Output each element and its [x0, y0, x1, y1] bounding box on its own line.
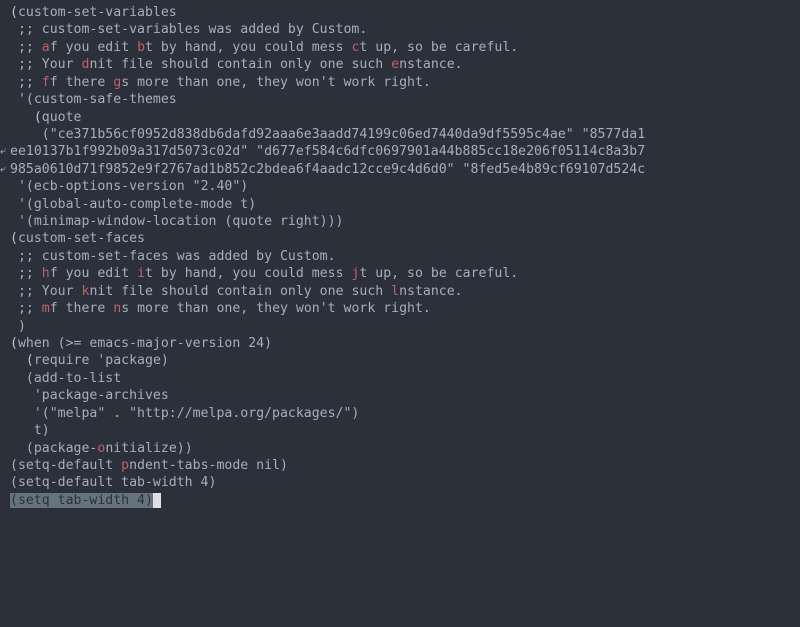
code-text: ( — [34, 110, 42, 125]
code-text: f you edit — [50, 266, 137, 281]
code-text: ( — [26, 353, 34, 368]
ace-jump-hint: h — [42, 266, 50, 281]
code-text: nit file should contain only one such — [89, 284, 391, 299]
paren-close: ) — [145, 493, 153, 508]
code-text: ndent-tabs-mode nil) — [129, 458, 288, 473]
code-text: ) — [18, 319, 26, 334]
code-text: ;; — [18, 40, 42, 55]
code-line[interactable]: ;; custom-set-faces was added by Custom. — [0, 248, 800, 265]
code-text: s more than one, they won't work right. — [121, 301, 431, 316]
code-line[interactable]: (setq-default tab-width 4) — [0, 474, 800, 491]
code-line[interactable]: '("melpa" . "http://melpa.org/packages/"… — [0, 405, 800, 422]
code-line[interactable]: (add-to-list — [0, 370, 800, 387]
ace-jump-hint: p — [121, 458, 129, 473]
code-text: '(ecb-options-version "2.40") — [18, 179, 248, 194]
code-text: setq tab-width 4 — [18, 493, 145, 508]
code-text: ;; custom-set-faces was added by Custom. — [18, 249, 336, 264]
code-text: nstance. — [399, 57, 463, 72]
code-line[interactable]: ⤶985a0610d71f9852e9f2767ad1b852c2bdea6f4… — [0, 161, 800, 178]
code-line[interactable]: '(ecb-options-version "2.40") — [0, 178, 800, 195]
code-line[interactable]: ;; ff there gs more than one, they won't… — [0, 74, 800, 91]
code-text: nitialize)) — [105, 441, 192, 456]
paren-open: ( — [10, 493, 18, 508]
code-line[interactable]: (require 'package) — [0, 352, 800, 369]
code-text: ( — [10, 5, 18, 20]
code-text: '(custom-safe-themes — [18, 92, 177, 107]
code-line[interactable]: ;; mf there ns more than one, they won't… — [0, 300, 800, 317]
code-text: (add-to-list — [26, 371, 121, 386]
wrap-indicator-icon: ⤶ — [0, 163, 8, 173]
code-line[interactable]: ;; af you edit bt by hand, you could mes… — [0, 39, 800, 56]
code-text: t by hand, you could mess — [145, 266, 351, 281]
code-editor[interactable]: (custom-set-variables ;; custom-set-vari… — [0, 0, 800, 509]
code-text: s more than one, they won't work right. — [121, 75, 431, 90]
code-text: ;; — [18, 301, 42, 316]
code-text: ;; custom-set-variables was added by Cus… — [18, 22, 367, 37]
code-line[interactable]: ) — [0, 318, 800, 335]
ace-jump-hint: i — [137, 266, 145, 281]
code-line[interactable]: (setq-default pndent-tabs-mode nil) — [0, 457, 800, 474]
current-line-highlight: (setq tab-width 4) — [10, 493, 153, 508]
code-line[interactable]: '(custom-safe-themes — [0, 91, 800, 108]
code-text: custom-set-variables — [18, 5, 177, 20]
code-text: ee10137b1f992b09a317d5073c02d" "d677ef58… — [10, 144, 645, 159]
ace-jump-hint: m — [42, 301, 50, 316]
ace-jump-hint: e — [391, 57, 399, 72]
code-text: f there — [50, 301, 114, 316]
ace-jump-hint: f — [42, 75, 50, 90]
code-text: ( — [10, 231, 18, 246]
code-text: ( — [10, 336, 18, 351]
code-text: f you edit — [50, 40, 137, 55]
code-text: ;; — [18, 266, 42, 281]
code-text: (setq-default tab-width 4) — [10, 475, 216, 490]
code-text: t up, so be careful. — [359, 266, 518, 281]
code-text: (>= emacs-major-version 24) — [50, 336, 272, 351]
code-text: t up, so be careful. — [359, 40, 518, 55]
code-line[interactable]: ("ce371b56cf0952d838db6dafd92aaa6e3aadd7… — [0, 126, 800, 143]
code-text: t) — [34, 423, 50, 438]
code-text: nit file should contain only one such — [89, 57, 391, 72]
text-cursor — [153, 493, 161, 508]
code-text: quote — [42, 110, 82, 125]
code-line[interactable]: ;; Your dnit file should contain only on… — [0, 56, 800, 73]
code-text: when — [18, 336, 50, 351]
code-text: ;; Your — [18, 57, 82, 72]
code-text: ("ce371b56cf0952d838db6dafd92aaa6e3aadd7… — [42, 127, 645, 142]
code-text: ;; Your — [18, 284, 82, 299]
ace-jump-hint: l — [391, 284, 399, 299]
code-text: nstance. — [399, 284, 463, 299]
code-line[interactable]: (when (>= emacs-major-version 24) — [0, 335, 800, 352]
code-text: 'package-archives — [34, 388, 169, 403]
code-text: 985a0610d71f9852e9f2767ad1b852c2bdea6f4a… — [10, 162, 645, 177]
code-text: '("melpa" . "http://melpa.org/packages/"… — [34, 406, 360, 421]
code-line[interactable]: (custom-set-variables — [0, 4, 800, 21]
code-line[interactable]: 'package-archives — [0, 387, 800, 404]
ace-jump-hint: b — [137, 40, 145, 55]
code-line[interactable]: '(global-auto-complete-mode t) — [0, 196, 800, 213]
code-line[interactable]: (package-onitialize)) — [0, 440, 800, 457]
code-line[interactable]: t) — [0, 422, 800, 439]
code-text: 'package) — [89, 353, 168, 368]
code-text: custom-set-faces — [18, 231, 145, 246]
code-line[interactable]: (custom-set-faces — [0, 230, 800, 247]
code-line[interactable]: '(minimap-window-location (quote right))… — [0, 213, 800, 230]
code-line[interactable]: ;; hf you edit it by hand, you could mes… — [0, 265, 800, 282]
code-line[interactable]: ;; Your knit file should contain only on… — [0, 283, 800, 300]
code-text: (setq-default — [10, 458, 121, 473]
code-line[interactable]: ⤶ee10137b1f992b09a317d5073c02d" "d677ef5… — [0, 143, 800, 160]
code-line[interactable]: (quote — [0, 109, 800, 126]
code-text: '(global-auto-complete-mode t) — [18, 197, 256, 212]
code-text: (package- — [26, 441, 97, 456]
current-line[interactable]: (setq tab-width 4) — [0, 492, 800, 509]
code-text: ;; — [18, 75, 42, 90]
code-text: '(minimap-window-location (quote right))… — [18, 214, 344, 229]
code-line[interactable]: ;; custom-set-variables was added by Cus… — [0, 21, 800, 38]
code-text: f there — [50, 75, 114, 90]
ace-jump-hint: a — [42, 40, 50, 55]
wrap-indicator-icon: ⤶ — [0, 145, 8, 155]
code-text: t by hand, you could mess — [145, 40, 351, 55]
code-text: require — [34, 353, 90, 368]
